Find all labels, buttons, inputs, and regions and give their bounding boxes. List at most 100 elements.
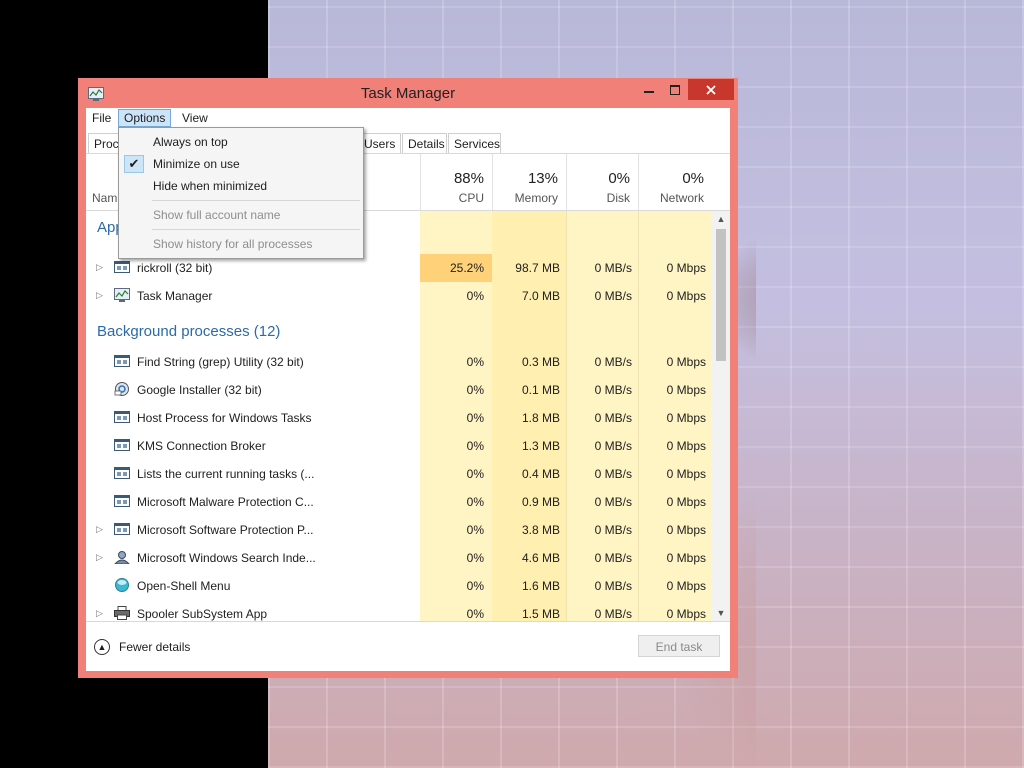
scroll-up-arrow-icon[interactable]: ▲ <box>712 211 730 227</box>
network-value: 0 Mbps <box>666 523 706 537</box>
window-icon <box>114 261 130 273</box>
disk-value: 0 MB/s <box>594 355 632 369</box>
title-bar[interactable]: Task Manager <box>78 78 738 108</box>
expand-arrow-icon[interactable]: ▷ <box>96 608 103 619</box>
network-value: 0 Mbps <box>666 467 706 481</box>
network-value: 0 Mbps <box>666 439 706 453</box>
menu-item-minimize-on-use[interactable]: ✔ Minimize on use <box>120 153 362 175</box>
process-name: Google Installer (32 bit) <box>137 383 262 397</box>
network-value: 0 Mbps <box>666 261 706 275</box>
cpu-total: 88% <box>453 170 484 187</box>
process-row[interactable]: Microsoft Malware Protection C... 0% 0.9 M… <box>86 488 712 516</box>
memory-total: 13% <box>527 170 558 187</box>
fewer-details-link[interactable]: ▲ Fewer details <box>94 637 190 657</box>
close-button[interactable] <box>688 79 734 100</box>
process-row[interactable]: ▷ Spooler SubSystem App 0% 1.5 MB 0 MB/s 0 Mb… <box>86 600 712 621</box>
process-row[interactable]: Google Installer (32 bit) 0% 0.1 MB 0 MB/s 0… <box>86 376 712 404</box>
menu-item-label: Minimize on use <box>153 157 240 171</box>
menu-item-show-full-account-name: Show full account name <box>120 204 362 226</box>
process-row[interactable]: Find String (grep) Utility (32 bit) 0% 0.3… <box>86 348 712 376</box>
process-row[interactable]: ▷ Microsoft Windows Search Inde... 0% 4.6 M… <box>86 544 712 572</box>
process-list: App ▷ rickroll (32 bit) 25.2% 98.7 MB 0 MB/s… <box>86 211 712 621</box>
expand-arrow-icon[interactable]: ▷ <box>96 290 103 301</box>
process-name: Microsoft Software Protection P... <box>137 523 314 537</box>
name-column-header[interactable]: Nam <box>92 191 117 205</box>
memory-value: 0.4 MB <box>521 467 560 481</box>
network-label: Network <box>659 191 704 205</box>
tab-details[interactable]: Details <box>402 133 447 153</box>
process-name: Open-Shell Menu <box>137 579 231 593</box>
cpu-label: CPU <box>458 191 484 205</box>
group-background-header: Background processes (12) <box>97 323 281 340</box>
menu-bar: File Options View <box>86 108 730 128</box>
process-name: KMS Connection Broker <box>137 439 266 453</box>
disk-value: 0 MB/s <box>594 607 632 621</box>
process-name: rickroll (32 bit) <box>137 261 213 275</box>
tab-users[interactable]: Users <box>358 133 401 153</box>
minimize-icon <box>644 90 654 93</box>
disk-column-header[interactable]: 0% Disk <box>566 154 638 210</box>
window-icon <box>114 523 130 535</box>
cpu-value: 0% <box>466 411 484 425</box>
process-row[interactable]: Host Process for Windows Tasks 0% 1.8 MB 0 … <box>86 404 712 432</box>
shell-icon <box>115 578 129 592</box>
disk-label: Disk <box>606 191 630 205</box>
scroll-thumb[interactable] <box>716 229 726 361</box>
menu-item-label: Show full account name <box>153 208 281 222</box>
cpu-value: 0% <box>466 551 484 565</box>
disk-value: 0 MB/s <box>594 261 632 275</box>
memory-column-header[interactable]: 13% Memory <box>492 154 566 210</box>
memory-value: 1.3 MB <box>521 439 560 453</box>
memory-value: 0.1 MB <box>521 383 560 397</box>
menu-separator <box>152 200 360 201</box>
checkmark-icon: ✔ <box>124 155 144 173</box>
process-row[interactable]: KMS Connection Broker 0% 1.3 MB 0 MB/s 0 Mbp… <box>86 432 712 460</box>
google-installer-icon <box>114 382 129 396</box>
expand-arrow-icon[interactable]: ▷ <box>96 262 103 273</box>
minimize-button[interactable] <box>636 79 662 100</box>
memory-value: 1.8 MB <box>521 411 560 425</box>
menu-item-hide-when-minimized[interactable]: Hide when minimized <box>120 175 362 197</box>
vertical-scrollbar[interactable]: ▲ ▼ <box>712 211 730 621</box>
chevron-up-icon: ▲ <box>94 639 110 655</box>
memory-value: 1.6 MB <box>521 579 560 593</box>
cpu-column-header[interactable]: 88% CPU <box>420 154 492 210</box>
menu-item-label: Always on top <box>153 135 228 149</box>
window-icon <box>114 439 130 451</box>
process-name: Spooler SubSystem App <box>137 607 268 621</box>
expand-arrow-icon[interactable]: ▷ <box>96 524 103 535</box>
process-row[interactable]: Open-Shell Menu 0% 1.6 MB 0 MB/s 0 Mbps <box>86 572 712 600</box>
memory-value: 3.8 MB <box>521 523 560 537</box>
process-name: Microsoft Malware Protection C... <box>137 495 314 509</box>
tab-services[interactable]: Services <box>448 133 501 153</box>
process-row[interactable]: Lists the current running tasks (... 0% 0.… <box>86 460 712 488</box>
menu-view[interactable]: View <box>177 109 213 127</box>
network-total: 0% <box>682 170 704 187</box>
process-row[interactable]: ▷ Microsoft Software Protection P... 0% 3.8… <box>86 516 712 544</box>
menu-file[interactable]: File <box>87 109 116 127</box>
cpu-value: 0% <box>466 383 484 397</box>
fewer-details-label: Fewer details <box>119 640 191 654</box>
memory-value: 0.9 MB <box>521 495 560 509</box>
disk-value: 0 MB/s <box>594 439 632 453</box>
cpu-value: 0% <box>466 579 484 593</box>
menu-item-label: Show history for all processes <box>153 237 313 251</box>
cpu-value: 0% <box>466 523 484 537</box>
disk-value: 0 MB/s <box>594 411 632 425</box>
window-icon <box>114 411 130 423</box>
network-column-header[interactable]: 0% Network <box>638 154 712 210</box>
disk-value: 0 MB/s <box>594 551 632 565</box>
menu-options[interactable]: Options <box>118 109 172 127</box>
end-task-button[interactable]: End task <box>638 635 720 657</box>
cpu-value: 0% <box>466 355 484 369</box>
scroll-down-arrow-icon[interactable]: ▼ <box>712 605 730 621</box>
process-row[interactable]: ▷ Task Manager 0% 7.0 MB 0 MB/s 0 Mbps <box>86 282 712 310</box>
maximize-button[interactable] <box>662 79 688 100</box>
window-icon <box>114 495 130 507</box>
process-name: Find String (grep) Utility (32 bit) <box>137 355 304 369</box>
menu-item-always-on-top[interactable]: Always on top <box>120 131 362 153</box>
memory-value: 4.6 MB <box>521 551 560 565</box>
cpu-value: 0% <box>466 289 484 303</box>
expand-arrow-icon[interactable]: ▷ <box>96 552 103 563</box>
printer-icon <box>114 606 130 620</box>
